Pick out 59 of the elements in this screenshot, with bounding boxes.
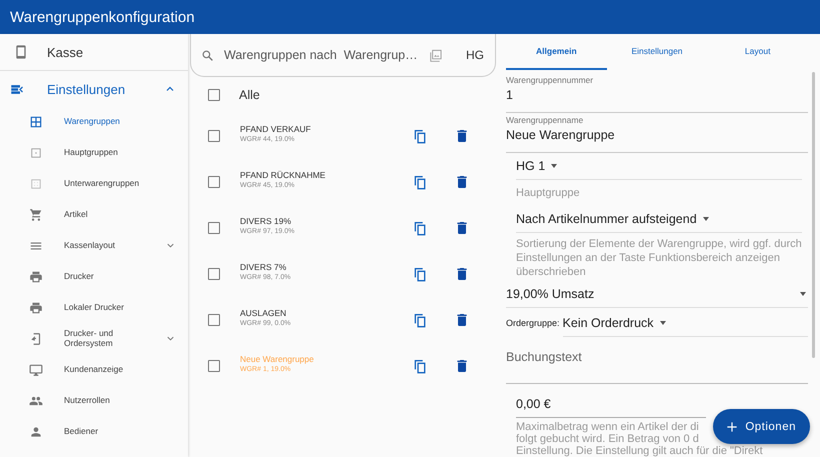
monitor-icon [29,362,43,376]
order-group-dropdown[interactable]: Kein Orderdruck [562,310,808,336]
hint-text: folgt gebucht wird. Ein Betrag von 0 d [516,433,699,445]
hint-text: Hauptgruppe [516,186,581,201]
main-group-dropdown[interactable]: HG 1 [516,153,802,180]
sidebar-item[interactable]: Nutzerrollen [0,385,188,416]
scrollbar[interactable] [812,72,815,358]
checkbox[interactable] [208,222,220,234]
search-icon [201,48,214,62]
cart-icon [29,208,43,222]
checkbox[interactable] [208,176,220,188]
copy-icon[interactable] [412,266,428,282]
sorting-dropdown[interactable]: Nach Artikelnummer aufsteigend [516,206,802,233]
sidebar-item[interactable]: Kassenlayout [0,230,188,261]
checkbox[interactable] [208,314,220,326]
search-field[interactable]: Warengruppen nach Warengrup… HG [190,34,496,77]
tax-dropdown[interactable]: 19,00% Umsatz [506,281,808,308]
sidebar-item[interactable]: Bediener [0,416,188,447]
copy-icon[interactable] [412,312,428,328]
copy-icon[interactable] [412,128,428,144]
copy-icon[interactable] [412,358,428,374]
sidebar-item[interactable]: Drucker [0,261,188,292]
copy-icon[interactable] [412,174,428,190]
sidebar-item[interactable]: Kasse [0,34,188,71]
tab[interactable]: Einstellungen [606,34,708,70]
printer-icon [29,300,43,314]
section-header[interactable]: Einstellungen [0,72,188,106]
window-title: Warengruppenkonfiguration [10,8,195,26]
checkbox[interactable] [208,89,220,101]
amount-field[interactable]: 0,00 € [516,390,706,418]
sidebar-item[interactable]: Unterwarengruppen [0,168,188,199]
number-field[interactable]: Warengruppennummer 1 [506,73,808,113]
hint-text: Einstellung. Die Einstellung gilt auch für die "Direkt [516,445,763,457]
sidebar-item[interactable]: Warengruppen [0,106,188,137]
tab[interactable]: Allgemein [506,34,607,70]
tab[interactable]: Layout [707,34,808,70]
filter-label[interactable]: HG [466,48,484,62]
grid-icon [29,114,43,128]
checkbox[interactable] [208,268,220,280]
order-group-label: Ordergruppe: [506,318,560,328]
booking-text-field[interactable]: Buchungstext [506,338,808,384]
sidebar-item[interactable]: Artikel [0,199,188,230]
hint-text: Maximalbetrag wenn ein Artikel der di [516,421,699,433]
printer-icon [29,270,43,284]
person-icon [29,424,43,438]
sidebar-item[interactable]: Kundenanzeige [0,354,188,385]
image-icon[interactable] [429,48,444,62]
checkbox[interactable] [208,130,220,142]
checkbox[interactable] [208,360,220,372]
select-all-label: Alle [239,88,260,102]
hint-text: Sortierung der Elemente der Warengruppe, wird ggf. durch Einstellungen an der Taste Funktionsbereich anzeigen überschrieben [516,237,803,279]
name-field[interactable]: Warengruppenname Neue Warengruppe [506,113,808,153]
sidebar-item[interactable]: Hauptgruppen [0,137,188,168]
plus-icon [725,420,740,434]
phone-arrow-icon [29,332,43,346]
options-button[interactable]: Optionen [713,409,810,444]
sidebar-item[interactable]: Drucker- und Ordersystem [0,323,188,354]
copy-icon[interactable] [412,220,428,236]
sidebar-item[interactable]: Lokaler Drucker [0,292,188,323]
